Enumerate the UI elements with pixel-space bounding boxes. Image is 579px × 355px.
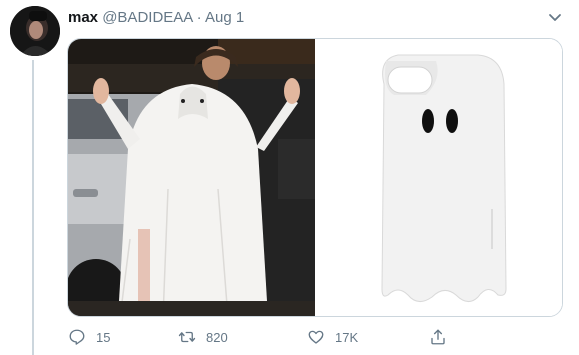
tweet-actions: 15 820 17K	[68, 326, 488, 348]
thread-line	[32, 60, 34, 355]
share-button[interactable]	[429, 326, 447, 348]
media-grid	[67, 38, 563, 317]
reply-icon	[69, 329, 85, 345]
tweet-header: max @BADIDEAA · Aug 1	[68, 9, 244, 27]
separator-dot: ·	[196, 9, 202, 26]
avatar[interactable]	[10, 6, 60, 56]
display-name[interactable]: max	[68, 9, 98, 26]
retweet-button[interactable]: 820	[178, 326, 228, 348]
user-handle[interactable]: @BADIDEAA	[102, 9, 192, 26]
avatar-image	[10, 6, 60, 56]
retweet-icon	[178, 331, 196, 343]
like-count: 17K	[335, 329, 359, 345]
like-icon	[308, 330, 324, 344]
photo-ghost-phone-case[interactable]	[316, 39, 562, 316]
like-button[interactable]: 17K	[307, 326, 358, 348]
reply-count: 15	[96, 329, 111, 345]
retweet-count: 820	[206, 329, 228, 345]
reply-button[interactable]: 15	[68, 326, 110, 348]
photo-ghost-costume[interactable]	[68, 39, 315, 316]
share-icon	[431, 329, 445, 345]
caret-down-icon[interactable]	[546, 8, 564, 26]
tweet-date[interactable]: Aug 1	[205, 9, 244, 26]
